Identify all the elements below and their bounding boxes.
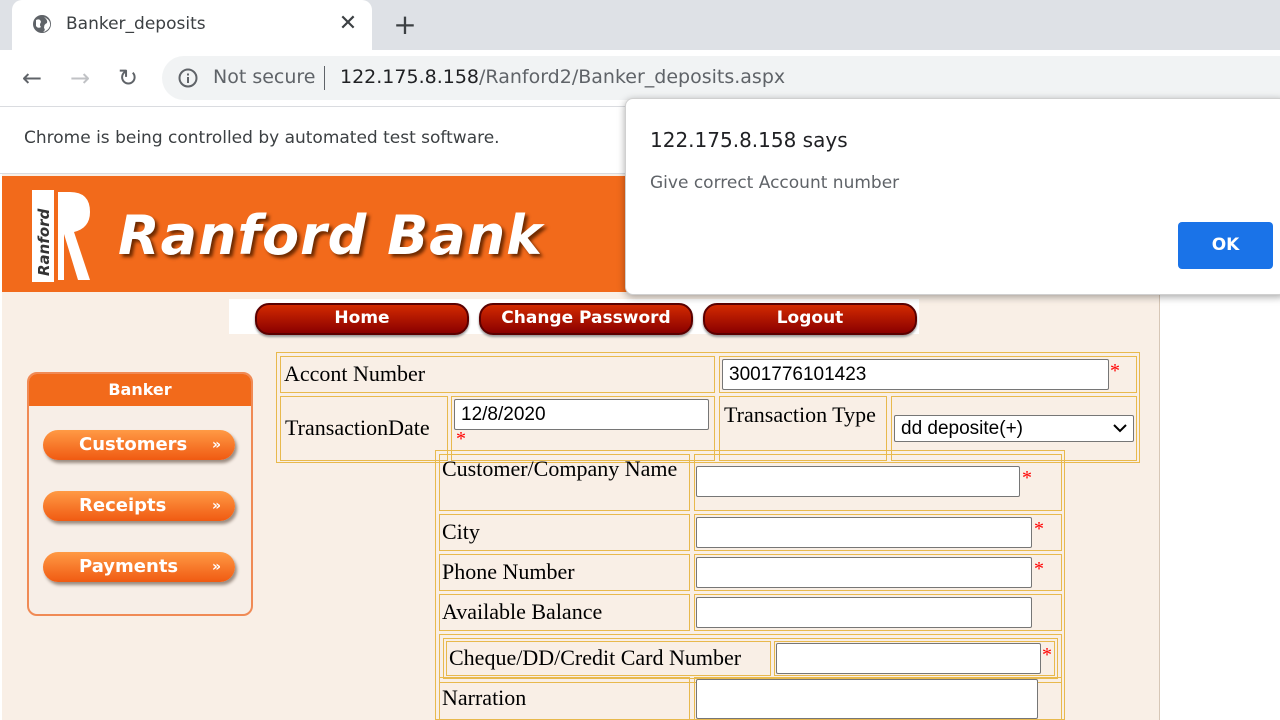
transaction-date-input[interactable] — [454, 399, 709, 430]
top-nav: Home Change Password Logout — [229, 299, 919, 335]
logo-text: Ranford — [35, 208, 53, 276]
receipts-label: Receipts — [79, 495, 167, 516]
automation-notice: Chrome is being controlled by automated … — [24, 128, 500, 148]
forward-arrow-icon[interactable]: → — [64, 62, 96, 94]
account-number-label: Accont Number — [284, 361, 426, 386]
nav-logout-button[interactable]: Logout — [703, 303, 917, 335]
city-label: City — [442, 519, 480, 544]
tab-title: Banker_deposits — [66, 14, 206, 34]
omnibox-separator — [324, 66, 325, 90]
banker-panel: Banker Customers » Receipts » Payments » — [27, 372, 253, 616]
tab-close-icon[interactable]: ✕ — [336, 12, 360, 36]
globe-icon — [33, 15, 51, 33]
transaction-type-label: Transaction Type — [724, 402, 876, 427]
customer-name-input[interactable] — [696, 466, 1020, 497]
tab-strip: Banker_deposits ✕ + — [0, 0, 1280, 50]
payments-button[interactable]: Payments » — [43, 552, 235, 582]
back-arrow-icon[interactable]: ← — [16, 62, 48, 94]
receipts-button[interactable]: Receipts » — [43, 491, 235, 521]
available-balance-label: Available Balance — [442, 599, 603, 624]
browser-tab[interactable]: Banker_deposits ✕ — [12, 0, 372, 50]
customers-label: Customers — [79, 434, 188, 455]
banker-panel-title: Banker — [29, 374, 251, 406]
new-tab-button[interactable]: + — [393, 10, 417, 40]
phone-number-input[interactable] — [696, 557, 1032, 588]
account-required-mark: * — [1110, 360, 1120, 382]
bank-logo: Ranford — [30, 188, 92, 284]
dialog-ok-button[interactable]: OK — [1178, 222, 1273, 269]
double-chevron-icon: » — [211, 559, 221, 575]
cheque-number-input[interactable] — [776, 643, 1041, 674]
url-host: 122.175.8.158 — [340, 66, 480, 88]
chevron-down-icon — [1113, 424, 1127, 433]
date-required-mark: * — [456, 428, 466, 450]
nav-home-button[interactable]: Home — [255, 303, 469, 335]
bank-name: Ranford Bank — [118, 204, 544, 267]
dialog-title: 122.175.8.158 says — [650, 128, 848, 152]
transaction-date-label: TransactionDate — [285, 415, 430, 440]
payments-label: Payments — [79, 556, 179, 577]
customer-name-label: Customer/Company Name — [442, 456, 678, 481]
transaction-type-value: dd deposite(+) — [901, 418, 1023, 439]
phone-number-label: Phone Number — [442, 559, 575, 584]
narration-input[interactable] — [696, 679, 1038, 719]
city-input[interactable] — [696, 517, 1032, 548]
city-required-mark: * — [1034, 518, 1044, 540]
cheque-number-label: Cheque/DD/Credit Card Number — [449, 645, 742, 670]
info-icon[interactable] — [178, 68, 198, 88]
dialog-message: Give correct Account number — [650, 173, 900, 193]
url-text[interactable]: 122.175.8.158/Ranford2/Banker_deposits.a… — [340, 66, 785, 88]
nav-change-password-button[interactable]: Change Password — [479, 303, 693, 335]
alert-dialog: 122.175.8.158 says Give correct Account … — [625, 98, 1280, 295]
security-label[interactable]: Not secure — [213, 66, 316, 88]
customers-button[interactable]: Customers » — [43, 430, 235, 460]
cheque-required-mark: * — [1042, 644, 1052, 666]
narration-label: Narration — [442, 685, 527, 710]
transaction-type-select[interactable]: dd deposite(+) — [894, 415, 1134, 442]
address-bar[interactable]: Not secure 122.175.8.158/Ranford2/Banker… — [162, 56, 1280, 100]
available-balance-input[interactable] — [696, 597, 1032, 628]
customer-required-mark: * — [1022, 467, 1032, 489]
reload-icon[interactable]: ↻ — [112, 62, 144, 94]
account-number-input[interactable] — [722, 359, 1109, 390]
double-chevron-icon: » — [211, 498, 221, 514]
double-chevron-icon: » — [211, 437, 221, 453]
url-path: /Ranford2/Banker_deposits.aspx — [479, 66, 786, 88]
phone-required-mark: * — [1034, 558, 1044, 580]
